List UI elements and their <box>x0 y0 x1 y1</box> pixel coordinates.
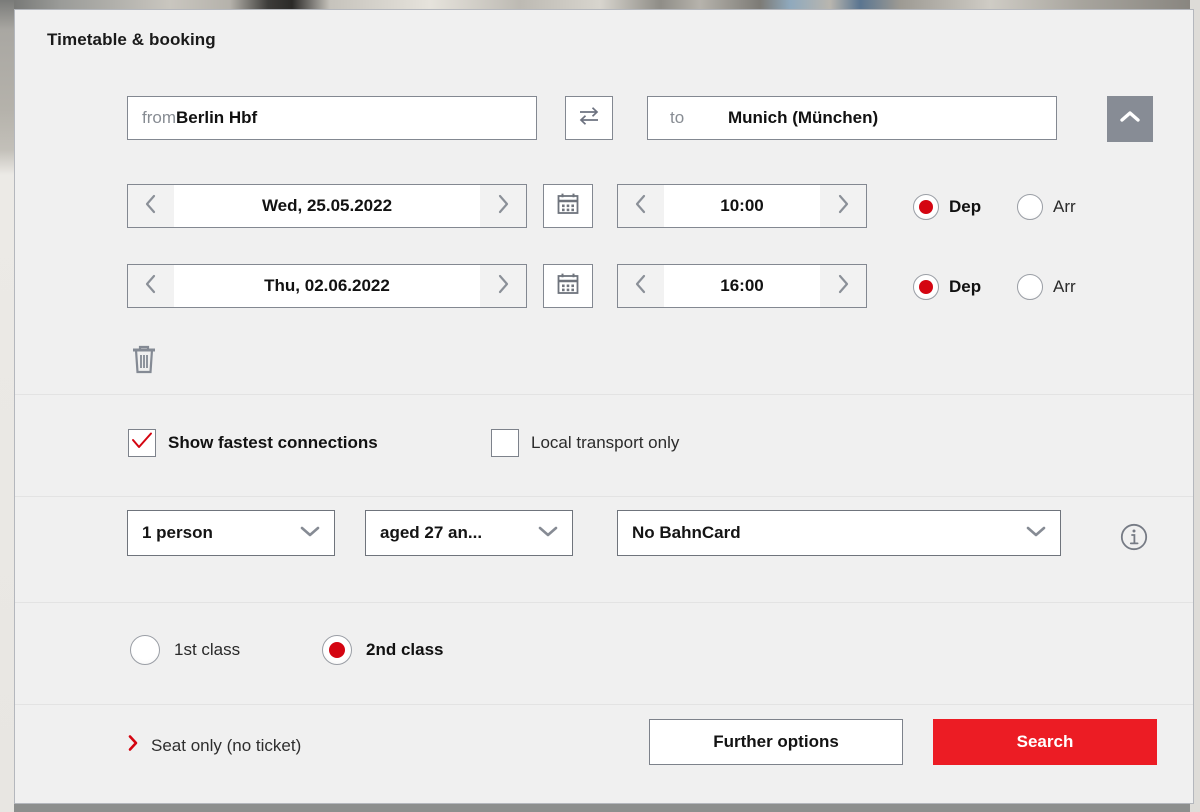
outbound-date-prev-button[interactable] <box>128 185 174 227</box>
search-label: Search <box>1016 732 1074 751</box>
bahncard-select[interactable]: No BahnCard <box>617 510 1061 556</box>
first-class-label: 1st class <box>174 640 241 659</box>
return-time-stepper[interactable]: 16:00 <box>617 264 867 308</box>
from-value: Berlin Hbf <box>176 108 258 127</box>
outbound-date-value: Wed, 25.05.2022 <box>174 185 480 227</box>
return-date-stepper[interactable]: Thu, 02.06.2022 <box>127 264 527 308</box>
from-label: from <box>142 108 176 127</box>
to-field[interactable]: to Munich (München) <box>647 96 1057 140</box>
info-icon <box>1119 523 1149 556</box>
timetable-booking-dialog: Timetable & booking from Berlin Hbf to M… <box>14 9 1194 804</box>
bahncard-select-value: No BahnCard <box>632 523 741 542</box>
from-field[interactable]: from Berlin Hbf <box>127 96 537 140</box>
outbound-time-value: 10:00 <box>664 185 820 227</box>
outbound-time-stepper[interactable]: 10:00 <box>617 184 867 228</box>
outbound-time-next-button[interactable] <box>820 185 866 227</box>
return-time-prev-button[interactable] <box>618 265 664 307</box>
radio-control[interactable] <box>1017 274 1043 300</box>
chevron-left-icon <box>144 273 158 300</box>
return-date-prev-button[interactable] <box>128 265 174 307</box>
search-button[interactable]: Search <box>933 719 1157 765</box>
outbound-calendar-button[interactable] <box>543 184 593 228</box>
outbound-time-prev-button[interactable] <box>618 185 664 227</box>
radio-control[interactable] <box>913 194 939 220</box>
show-fastest-connections-label: Show fastest connections <box>168 433 378 452</box>
swap-stations-button[interactable] <box>565 96 613 140</box>
chevron-up-icon <box>1118 109 1142 130</box>
radio-control[interactable] <box>1017 194 1043 220</box>
local-transport-only-checkbox[interactable]: Local transport only <box>491 429 679 457</box>
outbound-dep-label: Dep <box>949 197 982 216</box>
outbound-arr-radio[interactable]: Arr <box>1017 194 1076 220</box>
divider-class <box>15 602 1193 603</box>
collapse-panel-button[interactable] <box>1107 96 1153 142</box>
chevron-right-icon <box>496 193 510 220</box>
radio-control[interactable] <box>913 274 939 300</box>
return-date-next-button[interactable] <box>480 265 526 307</box>
swap-arrows-icon <box>576 105 602 132</box>
first-class-radio[interactable]: 1st class <box>130 635 240 665</box>
further-options-button[interactable]: Further options <box>649 719 903 765</box>
to-label: to <box>670 108 685 127</box>
return-date-value: Thu, 02.06.2022 <box>174 265 480 307</box>
outbound-arr-label: Arr <box>1053 197 1076 216</box>
return-time-value: 16:00 <box>664 265 820 307</box>
divider-options <box>15 394 1193 395</box>
second-class-label: 2nd class <box>366 640 444 659</box>
return-calendar-button[interactable] <box>543 264 593 308</box>
seat-only-link[interactable]: Seat only (no ticket) <box>127 734 301 757</box>
chevron-right-icon <box>836 273 850 300</box>
chevron-down-icon <box>536 523 560 543</box>
return-arr-label: Arr <box>1053 277 1076 296</box>
chevron-left-icon <box>634 193 648 220</box>
radio-control[interactable] <box>322 635 352 665</box>
to-value: Munich (München) <box>728 108 879 127</box>
show-fastest-connections-checkbox[interactable]: Show fastest connections <box>128 429 378 457</box>
radio-control[interactable] <box>130 635 160 665</box>
local-transport-only-label: Local transport only <box>531 433 680 452</box>
checkbox-control[interactable] <box>128 429 156 457</box>
divider-travellers <box>15 496 1193 497</box>
page-title: Timetable & booking <box>47 30 216 49</box>
return-dep-radio[interactable]: Dep <box>913 274 981 300</box>
seat-only-label: Seat only (no ticket) <box>151 735 302 755</box>
outbound-dep-radio[interactable]: Dep <box>913 194 981 220</box>
chevron-left-icon <box>634 273 648 300</box>
trash-icon <box>129 345 159 380</box>
persons-select-value: 1 person <box>142 523 213 542</box>
age-select[interactable]: aged 27 an... <box>365 510 573 556</box>
further-options-label: Further options <box>713 732 839 751</box>
return-arr-radio[interactable]: Arr <box>1017 274 1076 300</box>
second-class-radio[interactable]: 2nd class <box>322 635 444 665</box>
return-time-next-button[interactable] <box>820 265 866 307</box>
check-mark-icon <box>131 432 153 455</box>
chevron-down-icon <box>298 523 322 543</box>
chevron-right-icon <box>127 734 139 757</box>
checkbox-control[interactable] <box>491 429 519 457</box>
divider-footer <box>15 704 1193 705</box>
outbound-date-next-button[interactable] <box>480 185 526 227</box>
chevron-left-icon <box>144 193 158 220</box>
persons-select[interactable]: 1 person <box>127 510 335 556</box>
outbound-date-stepper[interactable]: Wed, 25.05.2022 <box>127 184 527 228</box>
chevron-down-icon <box>1024 523 1048 543</box>
age-select-value: aged 27 an... <box>380 523 483 542</box>
background-left-strip <box>0 0 14 812</box>
bahncard-info-button[interactable] <box>1119 522 1149 557</box>
return-dep-label: Dep <box>949 277 982 296</box>
calendar-icon <box>555 271 581 302</box>
remove-leg-button[interactable] <box>129 342 159 381</box>
calendar-icon <box>555 191 581 222</box>
chevron-right-icon <box>496 273 510 300</box>
chevron-right-icon <box>836 193 850 220</box>
